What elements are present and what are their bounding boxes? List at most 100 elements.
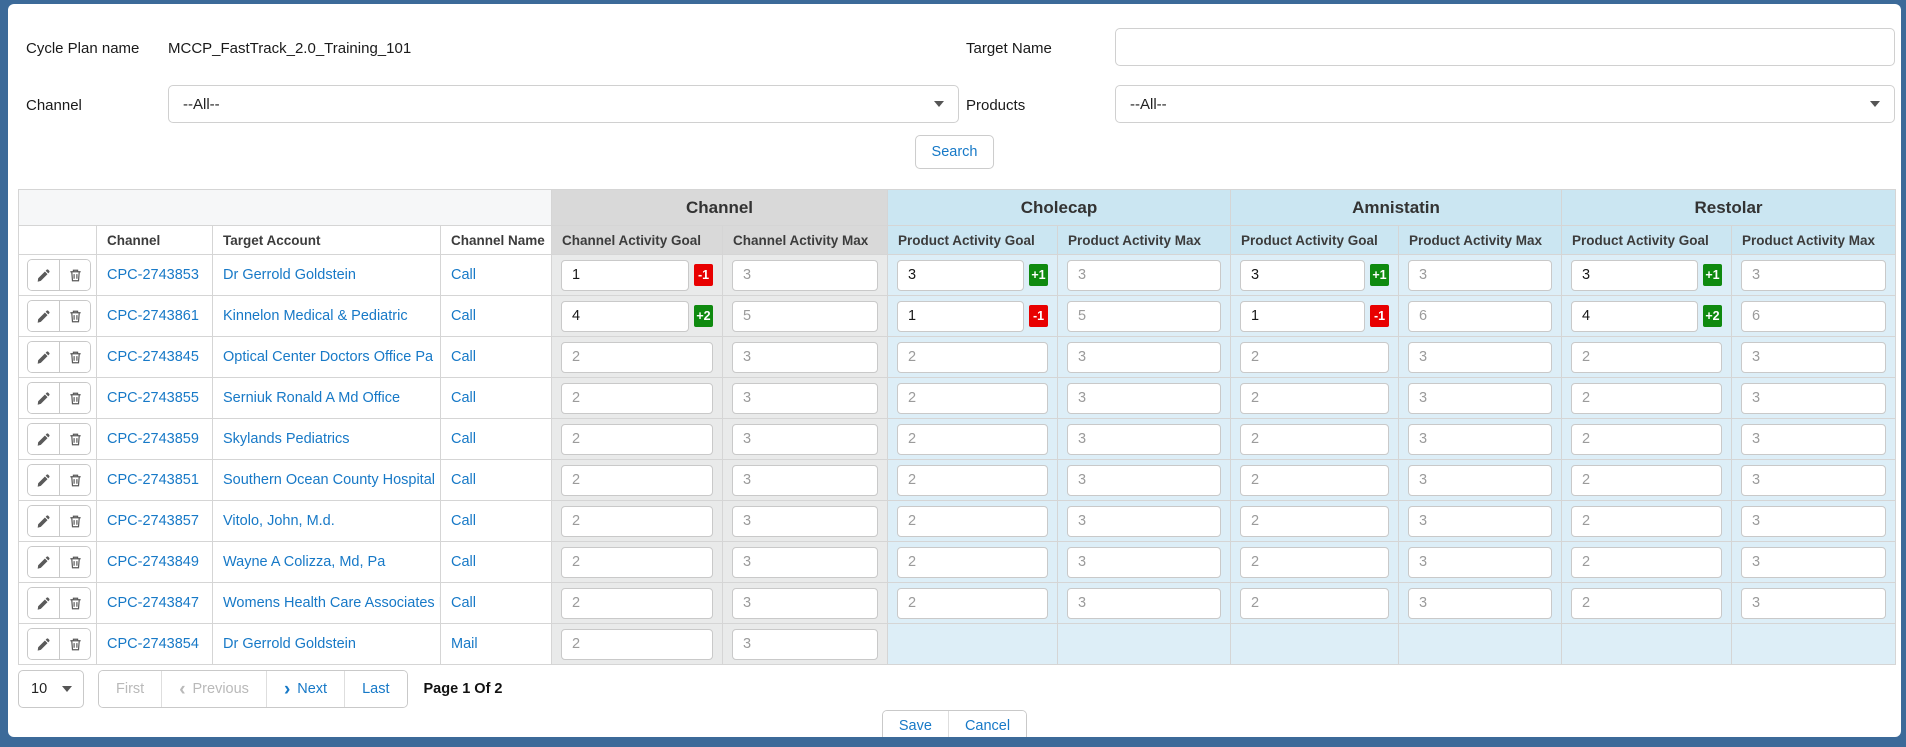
activity-max-input[interactable] bbox=[732, 465, 878, 496]
channel-name-link[interactable]: Call bbox=[451, 554, 476, 570]
activity-goal-input[interactable] bbox=[1571, 465, 1722, 496]
first-page-button[interactable]: First bbox=[99, 671, 161, 707]
target-account-link[interactable]: Southern Ocean County Hospital bbox=[223, 472, 435, 488]
edit-row-button[interactable] bbox=[28, 547, 59, 577]
activity-goal-input[interactable] bbox=[897, 301, 1024, 332]
activity-max-input[interactable] bbox=[1741, 383, 1886, 414]
cycle-plan-channel-link[interactable]: CPC-2743851 bbox=[107, 472, 199, 488]
delete-row-button[interactable] bbox=[59, 588, 90, 618]
target-account-link[interactable]: Vitolo, John, M.d. bbox=[223, 513, 335, 529]
activity-goal-input[interactable] bbox=[897, 465, 1048, 496]
previous-page-button[interactable]: ‹ Previous bbox=[161, 671, 266, 707]
cycle-plan-channel-link[interactable]: CPC-2743849 bbox=[107, 554, 199, 570]
target-name-input[interactable] bbox=[1115, 28, 1895, 66]
edit-row-button[interactable] bbox=[28, 260, 59, 290]
activity-goal-input[interactable] bbox=[1571, 260, 1698, 291]
target-account-link[interactable]: Skylands Pediatrics bbox=[223, 431, 350, 447]
activity-goal-input[interactable] bbox=[1571, 301, 1698, 332]
activity-goal-input[interactable] bbox=[561, 301, 689, 332]
delete-row-button[interactable] bbox=[59, 301, 90, 331]
delete-row-button[interactable] bbox=[59, 342, 90, 372]
activity-goal-input[interactable] bbox=[1240, 260, 1365, 291]
activity-max-input[interactable] bbox=[1741, 547, 1886, 578]
activity-goal-input[interactable] bbox=[1240, 424, 1389, 455]
activity-max-input[interactable] bbox=[1741, 301, 1886, 332]
activity-goal-input[interactable] bbox=[1571, 547, 1722, 578]
edit-row-button[interactable] bbox=[28, 506, 59, 536]
cycle-plan-channel-link[interactable]: CPC-2743859 bbox=[107, 431, 199, 447]
cancel-button[interactable]: Cancel bbox=[948, 711, 1026, 737]
delete-row-button[interactable] bbox=[59, 260, 90, 290]
edit-row-button[interactable] bbox=[28, 424, 59, 454]
activity-goal-input[interactable] bbox=[897, 383, 1048, 414]
activity-max-input[interactable] bbox=[1408, 383, 1552, 414]
delete-row-button[interactable] bbox=[59, 629, 90, 659]
cycle-plan-channel-link[interactable]: CPC-2743853 bbox=[107, 267, 199, 283]
channel-name-link[interactable]: Mail bbox=[451, 636, 478, 652]
channel-name-link[interactable]: Call bbox=[451, 267, 476, 283]
activity-goal-input[interactable] bbox=[1240, 342, 1389, 373]
activity-goal-input[interactable] bbox=[1240, 588, 1389, 619]
edit-row-button[interactable] bbox=[28, 342, 59, 372]
activity-goal-input[interactable] bbox=[1571, 506, 1722, 537]
channel-name-link[interactable]: Call bbox=[451, 390, 476, 406]
activity-max-input[interactable] bbox=[1408, 506, 1552, 537]
delete-row-button[interactable] bbox=[59, 506, 90, 536]
activity-max-input[interactable] bbox=[1408, 588, 1552, 619]
activity-max-input[interactable] bbox=[1067, 260, 1221, 291]
activity-goal-input[interactable] bbox=[897, 588, 1048, 619]
activity-goal-input[interactable] bbox=[897, 424, 1048, 455]
edit-row-button[interactable] bbox=[28, 588, 59, 618]
cycle-plan-channel-link[interactable]: CPC-2743845 bbox=[107, 349, 199, 365]
activity-goal-input[interactable] bbox=[1240, 547, 1389, 578]
next-page-button[interactable]: › Next bbox=[266, 671, 344, 707]
activity-goal-input[interactable] bbox=[561, 342, 713, 373]
activity-max-input[interactable] bbox=[1408, 342, 1552, 373]
activity-max-input[interactable] bbox=[1408, 301, 1552, 332]
activity-goal-input[interactable] bbox=[561, 383, 713, 414]
activity-goal-input[interactable] bbox=[897, 260, 1024, 291]
target-account-link[interactable]: Kinnelon Medical & Pediatric bbox=[223, 308, 408, 324]
channel-name-link[interactable]: Call bbox=[451, 431, 476, 447]
edit-row-button[interactable] bbox=[28, 465, 59, 495]
activity-max-input[interactable] bbox=[1741, 465, 1886, 496]
channel-name-link[interactable]: Call bbox=[451, 472, 476, 488]
edit-row-button[interactable] bbox=[28, 383, 59, 413]
activity-goal-input[interactable] bbox=[1240, 301, 1365, 332]
activity-goal-input[interactable] bbox=[1571, 424, 1722, 455]
activity-max-input[interactable] bbox=[732, 301, 878, 332]
cycle-plan-channel-link[interactable]: CPC-2743854 bbox=[107, 636, 199, 652]
activity-max-input[interactable] bbox=[732, 547, 878, 578]
activity-max-input[interactable] bbox=[1408, 424, 1552, 455]
activity-max-input[interactable] bbox=[732, 342, 878, 373]
activity-max-input[interactable] bbox=[1408, 547, 1552, 578]
activity-max-input[interactable] bbox=[1067, 342, 1221, 373]
activity-max-input[interactable] bbox=[1067, 588, 1221, 619]
target-account-link[interactable]: Serniuk Ronald A Md Office bbox=[223, 390, 400, 406]
edit-row-button[interactable] bbox=[28, 629, 59, 659]
cycle-plan-channel-link[interactable]: CPC-2743857 bbox=[107, 513, 199, 529]
delete-row-button[interactable] bbox=[59, 465, 90, 495]
activity-max-input[interactable] bbox=[1067, 301, 1221, 332]
activity-max-input[interactable] bbox=[1741, 260, 1886, 291]
activity-max-input[interactable] bbox=[1741, 424, 1886, 455]
channel-name-link[interactable]: Call bbox=[451, 513, 476, 529]
last-page-button[interactable]: Last bbox=[344, 671, 406, 707]
activity-goal-input[interactable] bbox=[561, 424, 713, 455]
activity-goal-input[interactable] bbox=[897, 506, 1048, 537]
delete-row-button[interactable] bbox=[59, 424, 90, 454]
activity-max-input[interactable] bbox=[732, 424, 878, 455]
activity-max-input[interactable] bbox=[732, 588, 878, 619]
activity-max-input[interactable] bbox=[732, 629, 878, 660]
delete-row-button[interactable] bbox=[59, 547, 90, 577]
activity-goal-input[interactable] bbox=[1240, 465, 1389, 496]
search-button[interactable]: Search bbox=[915, 135, 995, 169]
activity-goal-input[interactable] bbox=[1571, 383, 1722, 414]
channel-name-link[interactable]: Call bbox=[451, 308, 476, 324]
target-account-link[interactable]: Wayne A Colizza, Md, Pa bbox=[223, 554, 385, 570]
activity-max-input[interactable] bbox=[1741, 506, 1886, 537]
activity-max-input[interactable] bbox=[1067, 424, 1221, 455]
activity-max-input[interactable] bbox=[732, 506, 878, 537]
edit-row-button[interactable] bbox=[28, 301, 59, 331]
activity-goal-input[interactable] bbox=[561, 506, 713, 537]
